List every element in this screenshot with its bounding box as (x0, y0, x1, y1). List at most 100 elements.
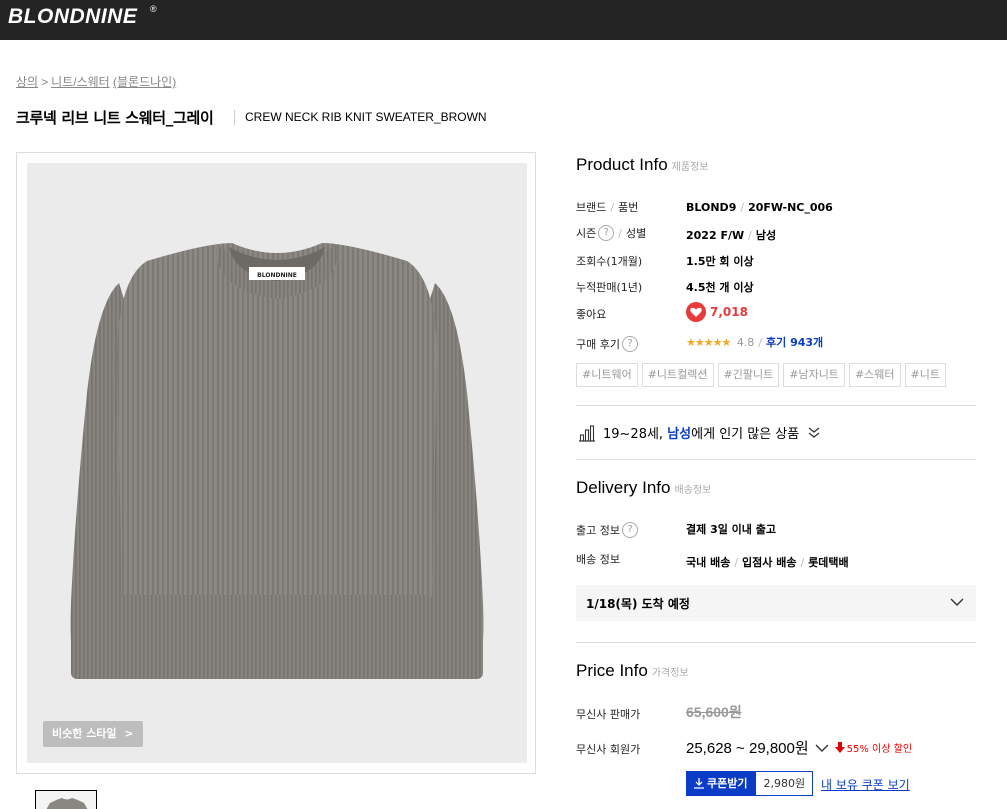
delivery-info-subtitle: 배송정보 (674, 485, 712, 496)
price-info-subtitle: 가격정보 (651, 668, 689, 679)
shipping-label: 배송 정보 (576, 553, 620, 566)
slash-divider: / (740, 201, 745, 214)
hashtag-list: #니트웨어 #니트컬렉션 #긴팔니트 #남자니트 #스웨터 #니트 (576, 363, 946, 387)
similar-style-label: 비슷한 스타일 (52, 727, 117, 740)
product-image-frame: BLONDNINE 비슷한 스타일 > (16, 152, 536, 774)
review-summary: ★★★★★ 4.8/후기 943개 (686, 334, 823, 350)
chevron-down-icon[interactable] (815, 743, 829, 753)
sweater-illustration: BLONDNINE (70, 243, 484, 679)
chevron-right-icon: > (124, 727, 134, 740)
coupon-download-button[interactable]: 쿠폰받기 2,980원 (686, 771, 814, 796)
brand-label: 브랜드 (576, 201, 607, 214)
divider (576, 642, 976, 643)
breadcrumb-separator: > (41, 75, 49, 89)
popular-suffix: 에게 인기 많은 상품 (691, 427, 800, 442)
shipping-vendor: 입점사 배송 (742, 556, 797, 569)
shipping-domestic: 국내 배송 (686, 556, 731, 569)
slash-divider: / (610, 201, 615, 214)
hashtag[interactable]: #남자니트 (783, 363, 845, 387)
divider (576, 405, 976, 406)
popular-demographic[interactable]: 19~28세, 남성 에게 인기 많은 상품 (578, 423, 821, 442)
coupon-amount: 2,980원 (755, 771, 814, 796)
style-number: 20FW-NC_006 (748, 201, 833, 214)
double-chevron-down-icon (808, 426, 820, 438)
gender-value: 남성 (755, 229, 777, 242)
brand-value: BLOND9 /20FW-NC_006 (686, 196, 833, 215)
release-label: 출고 정보 (576, 524, 620, 537)
product-title-english: CREW NECK RIB KNIT SWEATER_BROWN (245, 110, 487, 124)
release-label-row: 출고 정보? (576, 519, 638, 538)
product-info-title: Product Info (576, 155, 668, 174)
arrival-estimate: 1/18(목) 도착 예정 (586, 597, 690, 611)
hashtag[interactable]: #스웨터 (848, 363, 901, 387)
breadcrumb-item-knit[interactable]: 니트/스웨터 (51, 75, 110, 89)
popular-gender: 남성 (667, 427, 692, 442)
product-image[interactable]: BLONDNINE 비슷한 스타일 > (27, 163, 527, 763)
likes-count: 7,018 (710, 305, 748, 319)
download-icon (694, 778, 704, 789)
bar-chart-icon (579, 424, 595, 442)
breadcrumb-item-brand[interactable]: (블론드나인) (113, 75, 176, 89)
review-count-link[interactable]: 후기 943개 (766, 336, 823, 349)
shipping-carrier: 롯데택배 (808, 556, 849, 569)
help-icon[interactable]: ? (621, 521, 638, 538)
member-price-row: 25,628 ~ 29,800원 55% 이상 할인 (686, 737, 912, 758)
brand-logo[interactable]: BLONDNINE (8, 5, 137, 29)
sales-label: 누적판매(1년) (576, 281, 643, 294)
help-icon[interactable]: ? (621, 335, 638, 352)
hashtag[interactable]: #긴팔니트 (717, 363, 780, 387)
help-icon[interactable]: ? (598, 224, 615, 241)
slash-divider: / (748, 229, 752, 242)
discount-rate: 55% 이상 할인 (846, 744, 913, 755)
season-value-text: 2022 F/W (686, 229, 745, 242)
member-price: 25,628 ~ 29,800원 (686, 740, 809, 757)
gender-label: 성별 (625, 227, 647, 240)
likes-label: 좋아요 (576, 308, 607, 321)
like-button[interactable]: 7,018 (686, 302, 748, 322)
slash-divider: / (800, 556, 805, 569)
season-value: 2022 F/W / 남성 (686, 224, 776, 243)
product-thumbnail[interactable] (35, 790, 97, 809)
chevron-down-icon (950, 598, 964, 606)
brand-name[interactable]: BLOND9 (686, 201, 736, 214)
style-number-label: 품번 (618, 201, 639, 214)
hashtag[interactable]: #니트웨어 (576, 363, 638, 387)
popular-age: 19~28세, (603, 427, 664, 442)
sales-value: 4.5천 개 이상 (686, 281, 754, 294)
slash-divider: / (758, 336, 763, 349)
hashtag[interactable]: #니트컬렉션 (641, 363, 714, 387)
arrival-estimate-dropdown[interactable]: 1/18(목) 도착 예정 (576, 585, 976, 621)
shipping-values: 국내 배송 / 입점사 배송 / 롯데택배 (686, 551, 849, 570)
thumbnail-sweater-image (46, 798, 88, 809)
similar-style-button[interactable]: 비슷한 스타일 > (43, 721, 143, 747)
price-info-header: Price Info 가격정보 (576, 661, 689, 681)
divider (576, 459, 976, 460)
rating-value: 4.8 (736, 336, 755, 349)
review-label: 구매 후기 (576, 338, 620, 351)
hashtag[interactable]: #니트 (904, 363, 946, 387)
season-label: 시즌 (576, 227, 597, 240)
my-coupon-link[interactable]: 내 보유 쿠폰 보기 (821, 776, 910, 793)
breadcrumb-item-tops[interactable]: 상의 (16, 75, 38, 89)
product-title: 크루넥 리브 니트 스웨터_그레이 (16, 109, 214, 127)
slash-divider: / (618, 227, 622, 240)
price-info-title: Price Info (576, 661, 648, 680)
delivery-info-title: Delivery Info (576, 478, 671, 497)
product-info-subtitle: 제품정보 (671, 162, 709, 173)
member-price-label: 무신사 회원가 (576, 743, 641, 756)
brand-row: 브랜드 / 품번 (576, 196, 638, 215)
breadcrumb: 상의 > 니트/스웨터 (블론드나인) (16, 73, 176, 90)
neck-label-text: BLONDNINE (257, 272, 297, 279)
slash-divider: / (734, 556, 739, 569)
views-value: 1.5만 회 이상 (686, 255, 754, 268)
coupon-button-label: 쿠폰받기 (707, 777, 748, 790)
heart-icon (686, 302, 706, 322)
season-row: 시즌? / 성별 (576, 222, 646, 241)
star-rating-icon: ★★★★★ (686, 336, 731, 349)
product-info-header: Product Info 제품정보 (576, 155, 708, 175)
sale-price-label: 무신사 판매가 (576, 708, 641, 721)
coupon-button-main[interactable]: 쿠폰받기 (686, 771, 756, 796)
top-header: BLONDNINE ® (0, 0, 1007, 40)
release-value: 결제 3일 이내 출고 (686, 523, 776, 536)
delivery-info-header: Delivery Info 배송정보 (576, 478, 711, 498)
